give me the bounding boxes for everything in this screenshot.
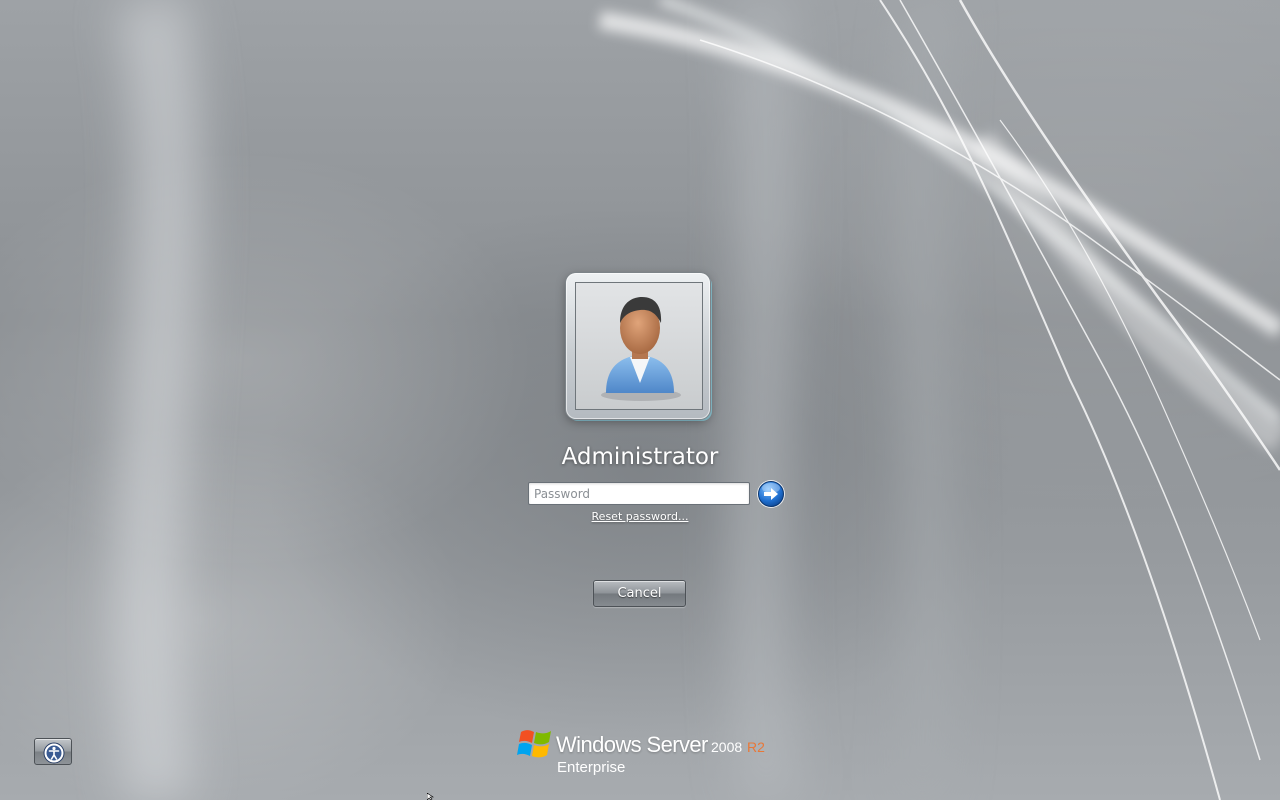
arrow-right-icon [757, 480, 785, 508]
submit-arrow-button[interactable] [756, 479, 786, 509]
product-name: Windows Server [556, 732, 708, 757]
password-input[interactable] [528, 482, 750, 505]
username-label: Administrator [561, 444, 719, 470]
user-tile [566, 273, 710, 419]
ease-of-access-button[interactable] [34, 738, 72, 765]
user-avatar-icon [575, 282, 703, 410]
windows-server-branding: Windows Server 2008 R2 Enterprise [515, 724, 775, 780]
product-edition: Enterprise [557, 759, 626, 776]
mouse-cursor-icon [427, 793, 434, 800]
product-version: 2008 [711, 739, 743, 755]
product-release: R2 [747, 739, 765, 755]
windows-flag-icon [517, 730, 551, 758]
ease-of-access-icon [43, 742, 65, 764]
cancel-button[interactable]: Cancel [593, 580, 686, 607]
reset-password-link[interactable]: Reset password... [540, 510, 740, 523]
